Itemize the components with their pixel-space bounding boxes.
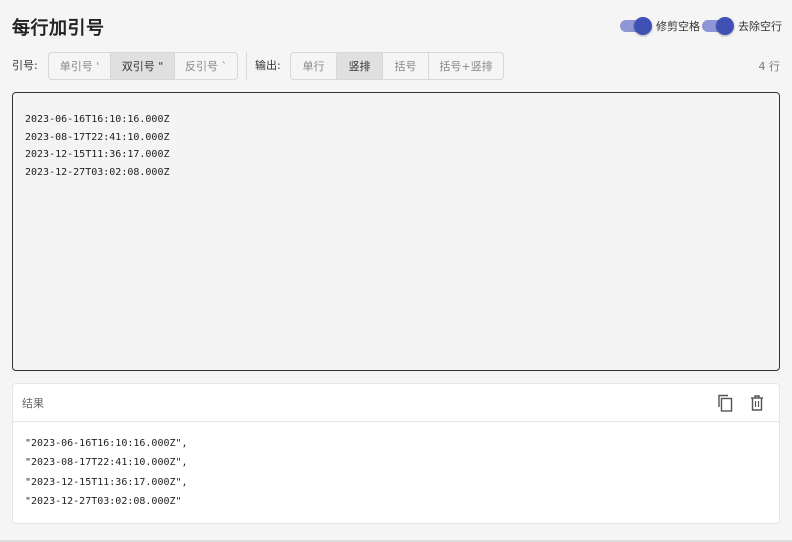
line-count: 4 行 bbox=[758, 60, 781, 73]
result-line: "2023-08-17T22:41:10.000Z", bbox=[25, 457, 188, 469]
result-output[interactable]: "2023-06-16T16:10:16.000Z", "2023-08-17T… bbox=[13, 422, 779, 523]
result-header: 结果 bbox=[13, 384, 779, 422]
input-line: 2023-12-27T03:02:08.000Z bbox=[25, 166, 170, 178]
input-line: 2023-06-16T16:10:16.000Z bbox=[25, 114, 170, 125]
copy-icon bbox=[718, 394, 733, 412]
quote-option-single[interactable]: 单引号 ' bbox=[49, 53, 111, 79]
result-line: "2023-06-16T16:10:16.000Z", bbox=[25, 438, 188, 449]
output-option-brackets[interactable]: 括号 bbox=[383, 53, 429, 79]
input-line: 2023-12-15T11:36:17.000Z bbox=[25, 149, 170, 161]
copy-button[interactable] bbox=[715, 393, 735, 413]
trash-icon bbox=[751, 395, 763, 411]
result-panel: 结果 "2023-06-16T16:10:16.000Z", "2023-08-… bbox=[12, 383, 780, 524]
quote-label: 引号: bbox=[12, 59, 38, 72]
output-label: 输出: bbox=[255, 59, 281, 72]
remove-empty-lines-toggle[interactable]: 去除空行 bbox=[702, 17, 782, 35]
input-textarea[interactable]: 2023-06-16T16:10:16.000Z 2023-08-17T22:4… bbox=[12, 92, 780, 371]
divider bbox=[246, 52, 247, 80]
quote-selector: 单引号 ' 双引号 " 反引号 ` bbox=[48, 52, 238, 80]
trim-spaces-toggle[interactable]: 修剪空格 bbox=[620, 17, 700, 35]
delete-button[interactable] bbox=[747, 393, 767, 413]
output-option-vertical[interactable]: 竖排 bbox=[337, 53, 383, 79]
toggle-knob[interactable] bbox=[716, 17, 734, 35]
toggle-knob[interactable] bbox=[634, 17, 652, 35]
output-selector: 单行 竖排 括号 括号+竖排 bbox=[290, 52, 504, 80]
result-line: "2023-12-27T03:02:08.000Z" bbox=[25, 495, 182, 507]
remove-empty-lines-label: 去除空行 bbox=[738, 20, 782, 33]
trim-spaces-label: 修剪空格 bbox=[656, 20, 700, 33]
output-option-brackets-vertical[interactable]: 括号+竖排 bbox=[429, 53, 503, 79]
input-line: 2023-08-17T22:41:10.000Z bbox=[25, 131, 170, 143]
toggle-track[interactable] bbox=[702, 17, 734, 35]
result-line: "2023-12-15T11:36:17.000Z", bbox=[25, 476, 188, 488]
quote-option-double[interactable]: 双引号 " bbox=[111, 53, 175, 79]
quote-option-backtick[interactable]: 反引号 ` bbox=[175, 53, 237, 79]
toggle-track[interactable] bbox=[620, 17, 652, 35]
page-title: 每行加引号 bbox=[12, 18, 105, 39]
output-option-single-line[interactable]: 单行 bbox=[291, 53, 337, 79]
result-title: 结果 bbox=[22, 396, 44, 410]
